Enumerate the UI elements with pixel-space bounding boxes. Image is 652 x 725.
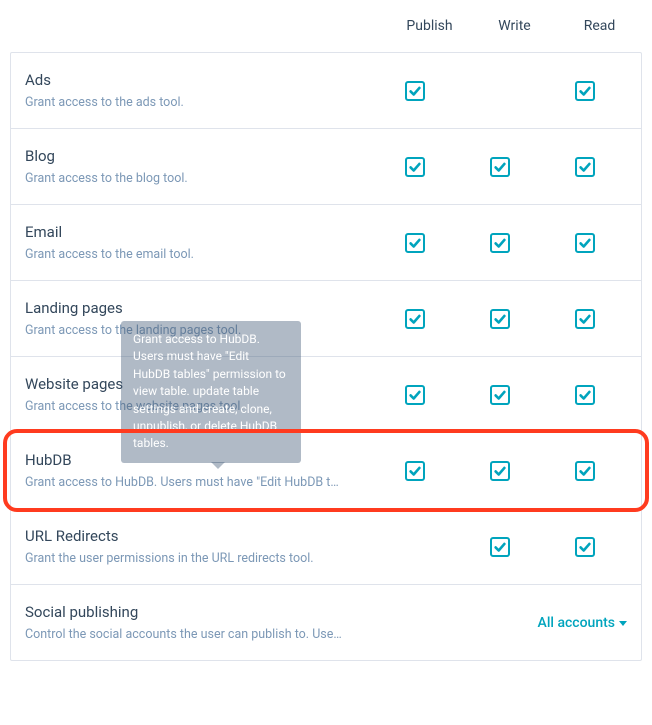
permissions-list: Ads Grant access to the ads tool. Blog Gran… — [10, 52, 642, 661]
permission-row: Website pagesGrant access to the website… — [11, 357, 641, 433]
checkbox-write[interactable] — [490, 385, 510, 405]
checkbox-write[interactable] — [490, 461, 510, 481]
row-description: Grant access to the email tool. — [25, 247, 345, 262]
column-header-read: Read — [557, 18, 642, 34]
column-header-publish: Publish — [387, 18, 472, 34]
checkbox-publish[interactable] — [405, 233, 425, 253]
checkbox-write[interactable] — [490, 537, 510, 557]
checkbox-publish[interactable] — [405, 157, 425, 177]
checkbox-write[interactable] — [490, 157, 510, 177]
row-description: Grant the user permissions in the URL re… — [25, 551, 345, 566]
checkbox-publish[interactable] — [405, 309, 425, 329]
permission-row: URL Redirects Grant the user permissions … — [11, 509, 641, 585]
tooltip: Grant access to HubDB. Users must have "… — [121, 321, 301, 463]
checkbox-read[interactable] — [575, 385, 595, 405]
checkbox-publish[interactable] — [405, 385, 425, 405]
row-description: Grant access to HubDB. Users must have "… — [25, 475, 345, 490]
checkbox-read[interactable] — [575, 157, 595, 177]
column-header-write: Write — [472, 18, 557, 34]
checkbox-read[interactable] — [575, 81, 595, 101]
permission-row: Social publishing Control the social acco… — [11, 585, 641, 660]
checkbox-publish[interactable] — [405, 461, 425, 481]
row-title: URL Redirects — [25, 527, 372, 545]
checkbox-read[interactable] — [575, 461, 595, 481]
permission-row: Email Grant access to the email tool. — [11, 205, 641, 281]
permission-row: Blog Grant access to the blog tool. — [11, 129, 641, 205]
row-title: Blog — [25, 147, 372, 165]
row-title: Ads — [25, 71, 372, 89]
column-header-row: Publish Write Read — [10, 8, 642, 52]
checkbox-read[interactable] — [575, 537, 595, 557]
row-title: Landing pages — [25, 299, 372, 317]
checkbox-read[interactable] — [575, 233, 595, 253]
accounts-dropdown[interactable]: All accounts — [538, 615, 627, 631]
checkbox-publish[interactable] — [405, 81, 425, 101]
checkbox-read[interactable] — [575, 309, 595, 329]
permission-row: HubDBGrant access to HubDB. Users must h… — [11, 433, 641, 509]
row-title: Social publishing — [25, 603, 372, 621]
caret-down-icon — [619, 621, 627, 626]
row-description: Control the social accounts the user can… — [25, 627, 345, 642]
row-description: Grant access to the ads tool. — [25, 95, 345, 110]
checkbox-write[interactable] — [490, 233, 510, 253]
row-description: Grant access to the blog tool. — [25, 171, 345, 186]
permission-row: Landing pagesGrant access to the landing… — [11, 281, 641, 357]
permission-row: Ads Grant access to the ads tool. — [11, 53, 641, 129]
checkbox-write[interactable] — [490, 309, 510, 329]
row-title: Email — [25, 223, 372, 241]
